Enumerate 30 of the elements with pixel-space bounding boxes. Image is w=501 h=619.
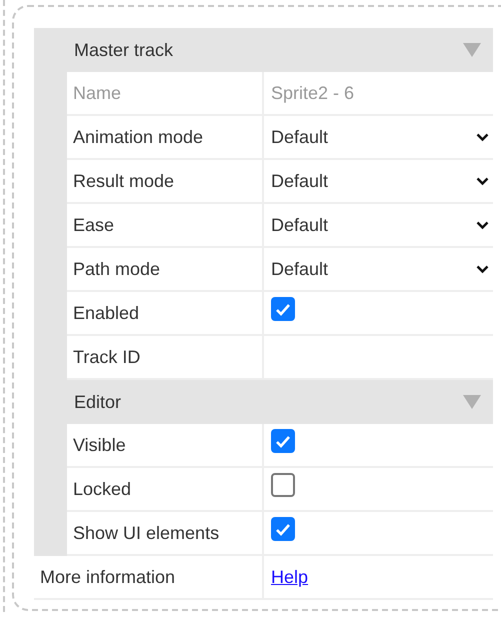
property-label: Result mode <box>67 160 264 202</box>
property-label: Locked <box>67 468 264 510</box>
chevron-down-icon <box>476 220 489 230</box>
select-field[interactable]: Default <box>271 248 493 290</box>
field-value: Sprite2 - 6 <box>271 82 354 104</box>
help-link[interactable]: Help <box>271 566 493 588</box>
property-label: Track ID <box>67 336 264 378</box>
checkmark-icon <box>275 522 291 536</box>
chevron-down-icon <box>476 176 489 186</box>
property-label: Name <box>67 72 264 114</box>
chevron-down-icon <box>476 132 489 142</box>
property-label: Path mode <box>67 248 264 290</box>
checkbox[interactable] <box>271 297 295 321</box>
property-label: Ease <box>67 204 264 246</box>
property-label: Enabled <box>67 292 264 334</box>
property-label: More information <box>34 556 264 598</box>
section-header[interactable]: Editor <box>34 380 493 424</box>
checkbox[interactable] <box>271 429 295 453</box>
property-label: Show UI elements <box>67 512 264 554</box>
select-field[interactable]: Default <box>271 160 493 202</box>
property-label: Visible <box>67 424 264 466</box>
checkmark-icon <box>275 434 291 448</box>
checkmark-icon <box>275 302 291 316</box>
property-label: Animation mode <box>67 116 264 158</box>
section-header[interactable]: Master track <box>34 28 493 72</box>
select-field[interactable]: Default <box>271 204 493 246</box>
checkbox[interactable] <box>271 473 295 497</box>
chevron-down-icon <box>476 264 489 274</box>
select-field[interactable]: Default <box>271 116 493 158</box>
checkbox[interactable] <box>271 517 295 541</box>
